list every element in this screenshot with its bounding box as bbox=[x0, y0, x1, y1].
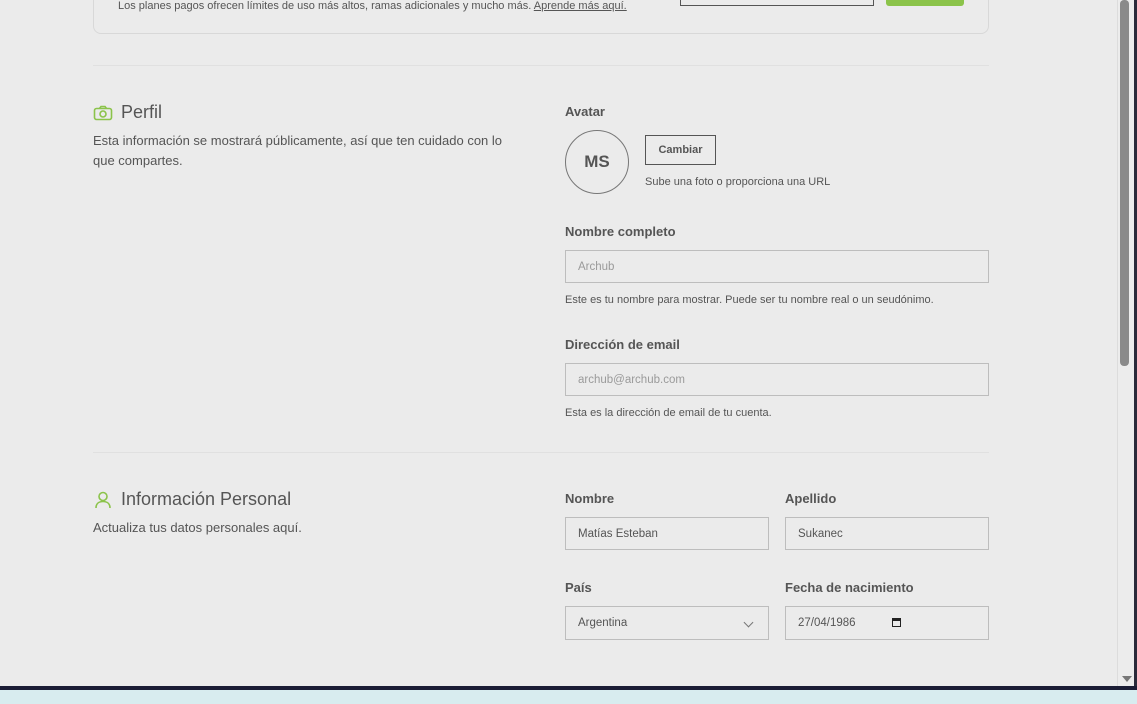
avatar[interactable]: MS bbox=[565, 130, 629, 194]
user-icon bbox=[95, 491, 111, 508]
profile-description: Esta información se mostrará públicament… bbox=[93, 133, 503, 168]
birthdate-label: Fecha de nacimiento bbox=[785, 580, 914, 595]
first-name-label: Nombre bbox=[565, 491, 615, 506]
email-help: Esta es la dirección de email de tu cuen… bbox=[565, 407, 772, 419]
full-name-input[interactable]: Archub bbox=[565, 250, 989, 283]
plan-upsell-card: Los planes pagos ofrecen límites de uso … bbox=[93, 0, 989, 34]
avatar-label: Avatar bbox=[565, 104, 605, 119]
last-name-value: Sukanec bbox=[798, 527, 843, 540]
avatar-initials: MS bbox=[584, 152, 610, 171]
plan-upsell-message: Los planes pagos ofrecen límites de uso … bbox=[118, 0, 532, 12]
first-name-input[interactable]: Matías Esteban bbox=[565, 517, 769, 550]
full-name-label: Nombre completo bbox=[565, 224, 676, 239]
last-name-label: Apellido bbox=[785, 491, 837, 506]
desktop-strip bbox=[0, 690, 1137, 704]
birthdate-input[interactable]: 27/04/1986 bbox=[785, 606, 989, 640]
last-name-input[interactable]: Sukanec bbox=[785, 517, 989, 550]
vertical-scrollbar[interactable] bbox=[1117, 0, 1135, 686]
personal-section-title: Información Personal bbox=[93, 489, 291, 510]
email-input[interactable]: archub@archub.com bbox=[565, 363, 989, 396]
country-select[interactable]: Argentina bbox=[565, 606, 769, 640]
scroll-down-arrow-icon[interactable] bbox=[1122, 676, 1132, 682]
upgrade-button[interactable] bbox=[886, 0, 964, 6]
full-name-help: Este es tu nombre para mostrar. Puede se… bbox=[565, 294, 934, 306]
country-value: Argentina bbox=[578, 617, 628, 629]
email-placeholder: archub@archub.com bbox=[578, 373, 685, 386]
scrollbar-thumb[interactable] bbox=[1120, 0, 1129, 366]
full-name-placeholder: Archub bbox=[578, 260, 615, 273]
personal-title: Información Personal bbox=[121, 489, 292, 509]
plan-input[interactable] bbox=[680, 0, 874, 6]
change-avatar-button[interactable]: Cambiar bbox=[645, 135, 716, 165]
first-name-value: Matías Esteban bbox=[578, 527, 658, 540]
profile-title: Perfil bbox=[121, 102, 163, 122]
profile-section-title: Perfil bbox=[93, 102, 162, 123]
divider bbox=[93, 452, 989, 453]
birthdate-value: 27/04/1986 bbox=[798, 617, 856, 629]
country-label: País bbox=[565, 580, 592, 595]
learn-more-link[interactable]: Aprende más aquí. bbox=[534, 0, 627, 12]
plan-upsell-text: Los planes pagos ofrecen límites de uso … bbox=[118, 1, 627, 12]
email-label: Dirección de email bbox=[565, 337, 680, 352]
divider bbox=[93, 65, 989, 66]
avatar-help: Sube una foto o proporciona una URL bbox=[645, 176, 831, 188]
personal-description: Actualiza tus datos personales aquí. bbox=[93, 520, 302, 535]
calendar-icon[interactable] bbox=[892, 618, 901, 627]
chevron-down-icon bbox=[743, 617, 754, 628]
camera-icon bbox=[93, 105, 113, 120]
settings-page: Los planes pagos ofrecen límites de uso … bbox=[0, 0, 1117, 686]
